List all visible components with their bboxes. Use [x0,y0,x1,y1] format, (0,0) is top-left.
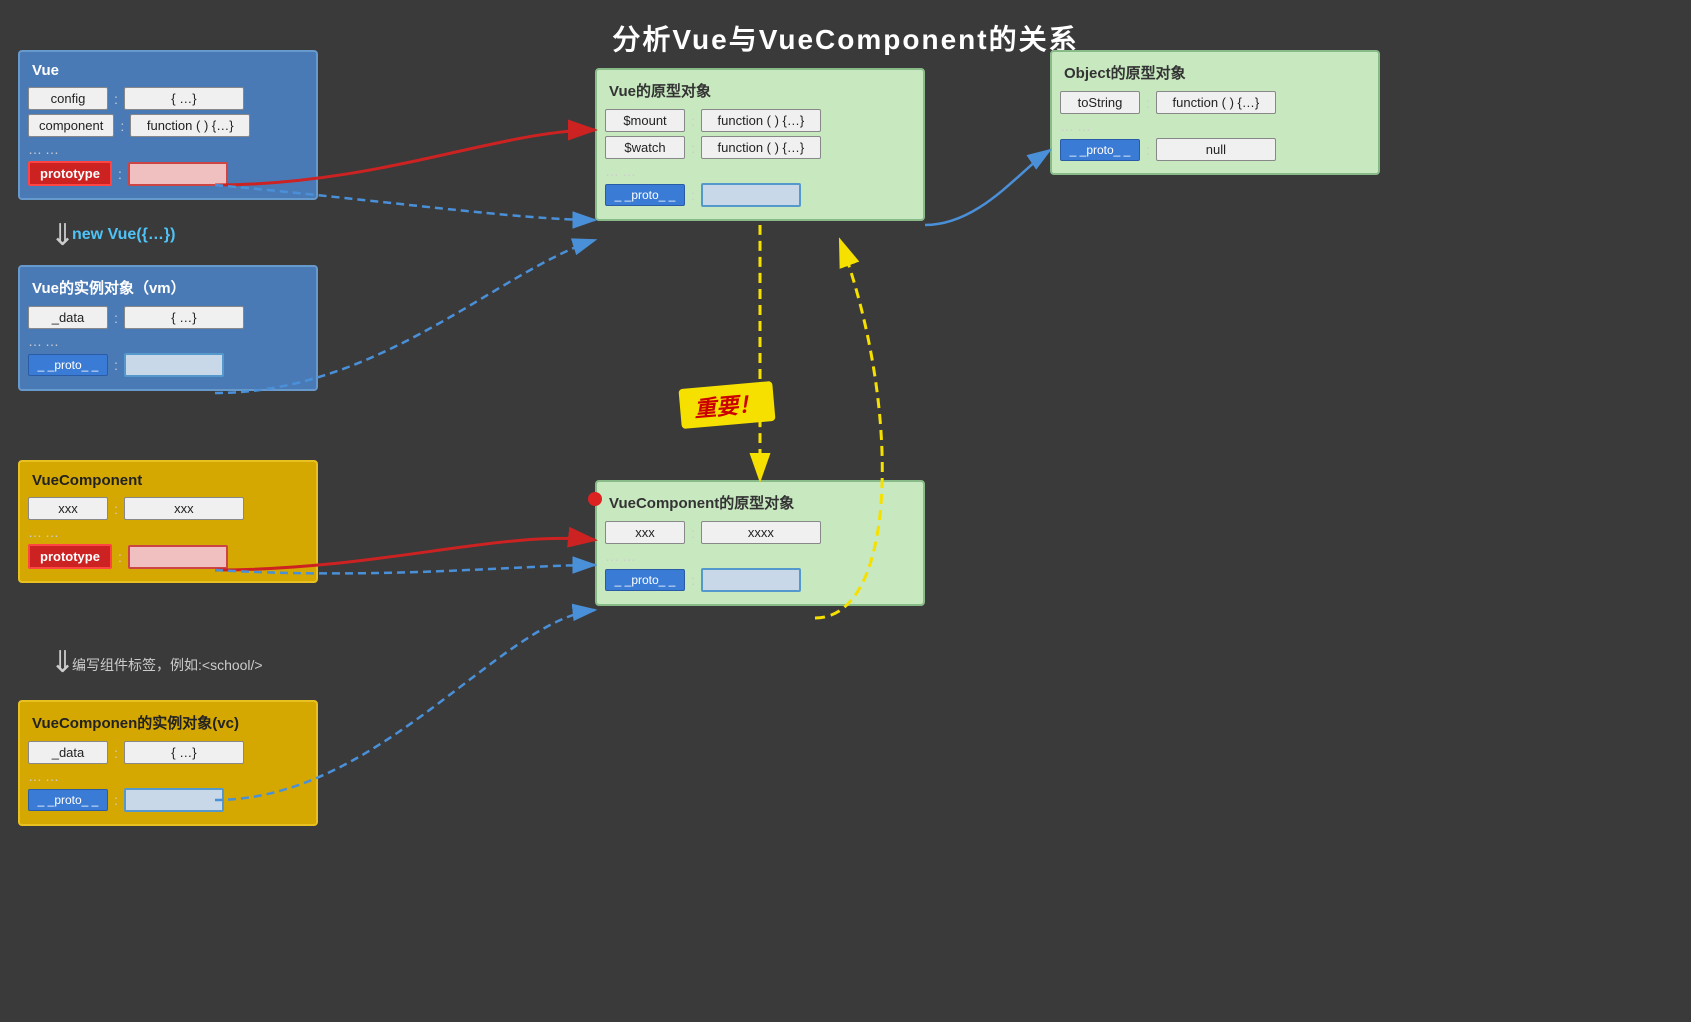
vue-instance-box: Vue的实例对象（vm） _data : { …} …… _ _proto_ _… [18,265,318,391]
vm-data-row: _data : { …} [28,306,308,329]
vue-dots1: …… [28,141,308,157]
vue-box: Vue config : { …} component : function (… [18,50,318,200]
vue-component-key: component [28,114,114,137]
vue-config-row: config : { …} [28,87,308,110]
vp-mount-row: $mount : function ( ) {…} [605,109,915,132]
op-tostring-row: toString : function ( ) {…} [1060,91,1370,114]
vue-prototype-value [128,162,228,186]
vuecomp-instance-box: VueComponen的实例对象(vc) _data : { …} …… _ _… [18,700,318,826]
vcp-proto-key: _ _proto_ _ [605,569,685,591]
vc-prototype-value [128,545,228,569]
down-arrow-vuecomp: ⇓ [50,645,75,680]
important-badge: 重要！ [678,381,775,429]
vue-instance-title: Vue的实例对象（vm） [28,275,308,300]
new-vuecomp-label: 编写组件标签，例如:<school/> [72,655,263,675]
op-proto-value: null [1156,138,1276,161]
vcp-dots: …… [605,548,915,564]
vc-xxx-value: xxx [124,497,244,520]
vue-component-row: component : function ( ) {…} [28,114,308,137]
vuecomp-proto-title: VueComponent的原型对象 [605,490,915,515]
vue-component-value: function ( ) {…} [130,114,250,137]
vm-proto-row: _ _proto_ _ : [28,353,308,377]
down-arrow-new-vue: ⇓ [50,218,75,253]
op-proto-key: _ _proto_ _ [1060,139,1140,161]
vp-mount-value: function ( ) {…} [701,109,821,132]
vc-inst-proto-row: _ _proto_ _ : [28,788,308,812]
vm-data-value: { …} [124,306,244,329]
vp-proto-key: _ _proto_ _ [605,184,685,206]
vuecomp-box-title: VueComponent [28,470,308,491]
vuecomp-proto-box: VueComponent的原型对象 xxx : xxxx …… _ _proto… [595,480,925,606]
vm-proto-key: _ _proto_ _ [28,354,108,376]
vc-xxx-row: xxx : xxx [28,497,308,520]
vc-inst-proto-key: _ _proto_ _ [28,789,108,811]
vcp-xxx-row: xxx : xxxx [605,521,915,544]
vue-config-value: { …} [124,87,244,110]
vm-proto-value [124,353,224,377]
op-proto-row: _ _proto_ _ : null [1060,138,1370,161]
vc-inst-dots: …… [28,768,308,784]
vm-dots: …… [28,333,308,349]
red-dot [588,492,602,506]
op-tostring-value: function ( ) {…} [1156,91,1276,114]
op-dots: …… [1060,118,1370,134]
vuecomp-box: VueComponent xxx : xxx …… prototype : [18,460,318,583]
vp-proto-row: _ _proto_ _ : [605,183,915,207]
vp-watch-key: $watch [605,136,685,159]
vue-box-title: Vue [28,60,308,81]
vcp-proto-value [701,568,801,592]
op-tostring-key: toString [1060,91,1140,114]
vm-data-key: _data [28,306,108,329]
obj-proto-box: Object的原型对象 toString : function ( ) {…} … [1050,50,1380,175]
vcp-xxx-value: xxxx [701,521,821,544]
vp-watch-value: function ( ) {…} [701,136,821,159]
vue-proto-title: Vue的原型对象 [605,78,915,103]
obj-proto-title: Object的原型对象 [1060,60,1370,85]
vue-prototype-row: prototype : [28,161,308,186]
vcp-proto-row: _ _proto_ _ : [605,568,915,592]
vc-inst-data-value: { …} [124,741,244,764]
vp-watch-row: $watch : function ( ) {…} [605,136,915,159]
vp-dots: …… [605,163,915,179]
vc-prototype-key: prototype [28,544,112,569]
vue-prototype-key: prototype [28,161,112,186]
new-vue-label: new Vue({…}) [72,226,175,244]
vp-proto-value [701,183,801,207]
vc-xxx-key: xxx [28,497,108,520]
vc-inst-data-key: _data [28,741,108,764]
vue-proto-box: Vue的原型对象 $mount : function ( ) {…} $watc… [595,68,925,221]
vc-inst-proto-value [124,788,224,812]
vcp-xxx-key: xxx [605,521,685,544]
vc-prototype-row: prototype : [28,544,308,569]
vc-inst-data-row: _data : { …} [28,741,308,764]
vue-config-key: config [28,87,108,110]
vuecomp-instance-title: VueComponen的实例对象(vc) [28,710,308,735]
vc-dots: …… [28,524,308,540]
vp-mount-key: $mount [605,109,685,132]
